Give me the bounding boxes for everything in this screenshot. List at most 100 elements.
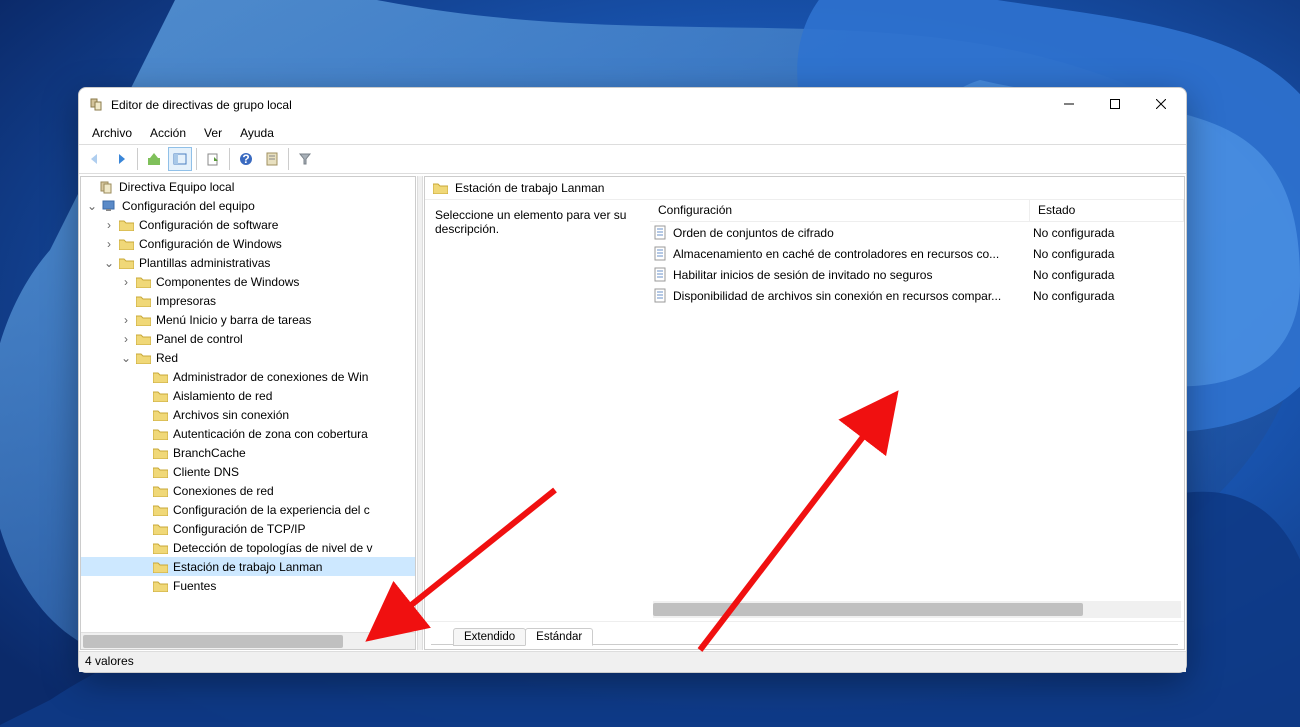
statusbar: 4 valores: [79, 651, 1186, 672]
menu-file[interactable]: Archivo: [83, 123, 141, 143]
chevron-down-icon[interactable]: ⌄: [118, 351, 134, 365]
tree-net-item[interactable]: Detección de topologías de nivel de v: [81, 538, 415, 557]
chevron-right-icon[interactable]: ›: [118, 275, 134, 289]
folder-icon: [151, 559, 169, 575]
toolbar: ?: [79, 144, 1186, 174]
tab-standard[interactable]: Estándar: [525, 628, 593, 646]
folder-icon: [151, 540, 169, 556]
tabs: Extendido Estándar: [425, 621, 1184, 649]
setting-icon: [653, 225, 669, 241]
tree-net-item[interactable]: Cliente DNS: [81, 462, 415, 481]
folder-icon: [134, 331, 152, 347]
tree-net-item[interactable]: Autenticación de zona con cobertura: [81, 424, 415, 443]
tab-extended[interactable]: Extendido: [453, 628, 526, 646]
folder-icon: [151, 578, 169, 594]
list-item[interactable]: Disponibilidad de archivos sin conexión …: [650, 285, 1184, 306]
column-state[interactable]: Estado: [1030, 200, 1184, 221]
menu-action[interactable]: Acción: [141, 123, 195, 143]
content-pane: Estación de trabajo Lanman Seleccione un…: [424, 176, 1185, 650]
folder-icon: [151, 502, 169, 518]
tree-components[interactable]: › Componentes de Windows: [81, 272, 415, 291]
computer-icon: [100, 198, 118, 214]
close-button[interactable]: [1138, 88, 1184, 120]
properties-button[interactable]: [260, 147, 284, 171]
folder-icon: [151, 407, 169, 423]
minimize-button[interactable]: [1046, 88, 1092, 120]
setting-icon: [653, 246, 669, 262]
list-item[interactable]: Orden de conjuntos de cifradoNo configur…: [650, 222, 1184, 243]
folder-icon: [151, 521, 169, 537]
folder-icon: [117, 217, 135, 233]
folder-icon: [151, 426, 169, 442]
tree-startmenu[interactable]: › Menú Inicio y barra de tareas: [81, 310, 415, 329]
maximize-button[interactable]: [1092, 88, 1138, 120]
help-button[interactable]: ?: [234, 147, 258, 171]
filter-button[interactable]: [293, 147, 317, 171]
status-text: 4 valores: [85, 654, 134, 668]
setting-icon: [653, 288, 669, 304]
content-header: Estación de trabajo Lanman: [425, 177, 1184, 200]
export-button[interactable]: [201, 147, 225, 171]
folder-icon: [151, 445, 169, 461]
tree-net-item[interactable]: Aislamiento de red: [81, 386, 415, 405]
chevron-right-icon[interactable]: ›: [118, 332, 134, 346]
tree-net-item[interactable]: Configuración de la experiencia del c: [81, 500, 415, 519]
gpedit-window: Editor de directivas de grupo local Arch…: [78, 87, 1187, 673]
show-tree-button[interactable]: [168, 147, 192, 171]
tree-net-item[interactable]: Estación de trabajo Lanman: [81, 557, 415, 576]
tree-windows[interactable]: › Configuración de Windows: [81, 234, 415, 253]
folder-icon: [134, 274, 152, 290]
folder-icon: [431, 180, 449, 196]
up-button[interactable]: [142, 147, 166, 171]
list-hscrollbar[interactable]: [653, 601, 1181, 618]
app-icon: [89, 97, 105, 113]
folder-icon: [151, 388, 169, 404]
tree-software[interactable]: › Configuración de software: [81, 215, 415, 234]
folder-icon: [117, 236, 135, 252]
folder-icon: [151, 464, 169, 480]
chevron-down-icon[interactable]: ⌄: [84, 199, 100, 213]
tree-computer-config[interactable]: ⌄ Configuración del equipo: [81, 196, 415, 215]
folder-icon: [134, 312, 152, 328]
tree-net-item[interactable]: Configuración de TCP/IP: [81, 519, 415, 538]
folder-icon: [151, 369, 169, 385]
splitter[interactable]: [417, 176, 423, 650]
folder-icon: [134, 350, 152, 366]
tree-root[interactable]: Directiva Equipo local: [81, 177, 415, 196]
titlebar[interactable]: Editor de directivas de grupo local: [79, 88, 1186, 121]
list-item[interactable]: Habilitar inicios de sesión de invitado …: [650, 264, 1184, 285]
menu-view[interactable]: Ver: [195, 123, 231, 143]
tree-net-item[interactable]: BranchCache: [81, 443, 415, 462]
tree-net-item[interactable]: Archivos sin conexión: [81, 405, 415, 424]
policy-icon: [97, 179, 115, 195]
setting-icon: [653, 267, 669, 283]
description-column: Seleccione un elemento para ver su descr…: [425, 200, 650, 621]
tree-hscrollbar[interactable]: [81, 632, 415, 649]
tree-templates[interactable]: ⌄ Plantillas administrativas: [81, 253, 415, 272]
chevron-right-icon[interactable]: ›: [101, 237, 117, 251]
window-title: Editor de directivas de grupo local: [111, 98, 1046, 112]
chevron-right-icon[interactable]: ›: [118, 313, 134, 327]
folder-icon: [151, 483, 169, 499]
tree-printers[interactable]: Impresoras: [81, 291, 415, 310]
column-config[interactable]: Configuración: [650, 200, 1030, 221]
tree-pane: Directiva Equipo local ⌄ Configuración d…: [80, 176, 416, 650]
tree-network[interactable]: ⌄ Red: [81, 348, 415, 367]
tree-net-item[interactable]: Administrador de conexiones de Win: [81, 367, 415, 386]
tree-net-item[interactable]: Fuentes: [81, 576, 415, 595]
folder-icon: [134, 293, 152, 309]
svg-text:?: ?: [242, 152, 249, 166]
menu-help[interactable]: Ayuda: [231, 123, 283, 143]
back-button: [83, 147, 107, 171]
forward-button[interactable]: [109, 147, 133, 171]
settings-list: Configuración Estado Orden de conjuntos …: [650, 200, 1184, 621]
menubar: Archivo Acción Ver Ayuda: [79, 121, 1186, 144]
description-text: Seleccione un elemento para ver su descr…: [435, 208, 644, 236]
tree[interactable]: Directiva Equipo local ⌄ Configuración d…: [81, 177, 415, 595]
tree-controlpanel[interactable]: › Panel de control: [81, 329, 415, 348]
folder-icon: [117, 255, 135, 271]
chevron-right-icon[interactable]: ›: [101, 218, 117, 232]
list-item[interactable]: Almacenamiento en caché de controladores…: [650, 243, 1184, 264]
tree-net-item[interactable]: Conexiones de red: [81, 481, 415, 500]
chevron-down-icon[interactable]: ⌄: [101, 256, 117, 270]
